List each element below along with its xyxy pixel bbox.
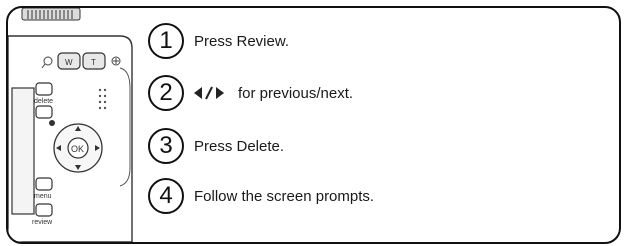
step-text: Press Delete. <box>194 137 285 155</box>
wide-zoom-icon: W <box>65 58 73 67</box>
left-right-arrows-icon <box>194 86 226 100</box>
telephoto-zoom-icon: T <box>91 58 96 67</box>
step-1: 1 Press Review. <box>148 23 289 59</box>
step-number: 3 <box>148 128 184 164</box>
ok-label: OK <box>71 144 84 154</box>
step-text: Follow the screen prompts. <box>194 187 375 205</box>
step-text: for previous/next. <box>238 84 354 102</box>
step-text: Press Review. <box>194 32 290 50</box>
info-button[interactable] <box>35 105 53 119</box>
steps-list: 1 Press Review. 2 for previous/next. 3 P… <box>148 8 618 242</box>
step-number: 2 <box>148 75 184 111</box>
camera-illustration: W T delete menu review OK <box>8 8 158 242</box>
menu-button[interactable] <box>35 177 53 191</box>
step-number: 4 <box>148 178 184 214</box>
mode-dial <box>21 8 81 21</box>
instruction-panel: W T delete menu review OK 1 Press Review… <box>6 6 621 244</box>
step-3: 3 Press Delete. <box>148 128 284 164</box>
delete-label: delete <box>34 98 53 105</box>
review-label: review <box>32 219 53 226</box>
camera-back-drawing: W T delete menu review OK <box>8 8 133 242</box>
step-2: 2 for previous/next. <box>148 75 353 111</box>
lcd-screen <box>11 87 35 215</box>
step-4: 4 Follow the screen prompts. <box>148 178 374 214</box>
step-number: 1 <box>148 23 184 59</box>
delete-button[interactable] <box>35 82 53 96</box>
menu-label: menu <box>34 193 52 200</box>
info-icon <box>49 120 55 126</box>
review-button[interactable] <box>35 203 53 217</box>
